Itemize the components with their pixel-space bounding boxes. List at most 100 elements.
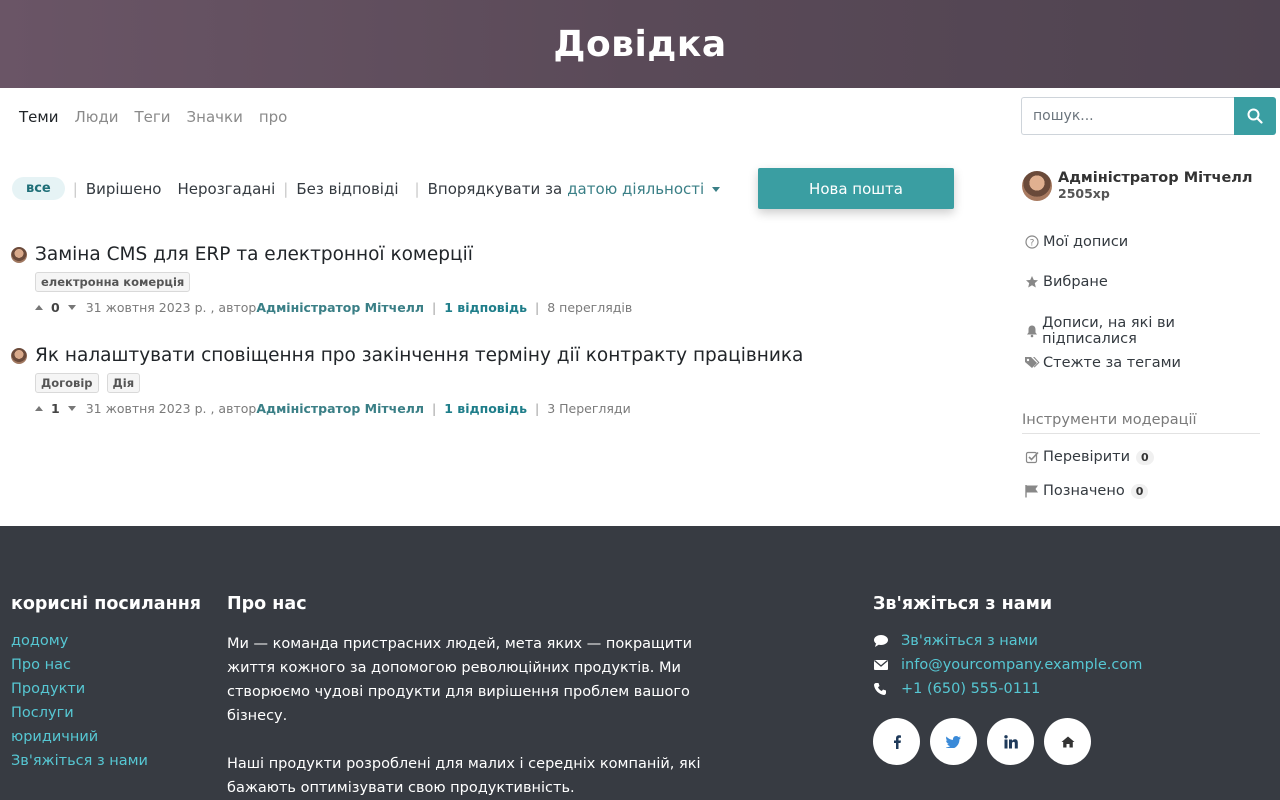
upvote-icon[interactable]: [35, 406, 43, 411]
question-circle-icon: ?: [1025, 235, 1039, 249]
post-author[interactable]: Адміністратор Мітчелл: [256, 300, 424, 315]
footer-link-legal[interactable]: юридичний: [11, 728, 201, 746]
flag-icon: [1025, 485, 1038, 498]
search-icon: [1247, 108, 1263, 124]
forum-navbar: Теми Люди Теги Значки про: [0, 88, 1280, 144]
tab-topics[interactable]: Теми: [19, 108, 58, 126]
email-link[interactable]: info@yourcompany.example.com: [901, 656, 1142, 674]
divider: |: [432, 300, 437, 315]
footer-about: Про нас Ми — команда пристрасних людей, …: [227, 594, 727, 800]
sidebar-item-label: Вибране: [1043, 274, 1108, 290]
post-tag[interactable]: Дія: [106, 373, 141, 393]
vote-count: 0: [51, 300, 60, 315]
sidebar-item-followed-tags[interactable]: Стежте за тегами: [1024, 355, 1181, 371]
contact-link-row[interactable]: Зв'яжіться з нами: [873, 632, 1142, 650]
post-title[interactable]: Заміна CMS для ERP та електронної комерц…: [35, 244, 473, 265]
search-button[interactable]: [1234, 97, 1276, 135]
vote-count: 1: [51, 401, 60, 416]
caret-down-icon: [712, 186, 721, 192]
phone-link[interactable]: +1 (650) 555-0111: [901, 680, 1040, 698]
post-title[interactable]: Як налаштувати сповіщення про закінчення…: [35, 345, 803, 366]
twitter-icon: [946, 735, 961, 748]
home-button[interactable]: [1044, 718, 1091, 765]
tab-badges[interactable]: Значки: [187, 108, 243, 126]
post-item: Як налаштувати сповіщення про закінчення…: [11, 345, 803, 416]
footer-link-products[interactable]: Продукти: [11, 680, 201, 698]
author-avatar: [11, 246, 27, 263]
author-avatar: [11, 347, 27, 364]
filter-unsolved[interactable]: Нерозгадані: [177, 180, 275, 198]
bell-icon: [1026, 325, 1037, 338]
sidebar-item-favorites[interactable]: Вибране: [1024, 274, 1108, 290]
sort-label: Впорядкувати за: [427, 179, 563, 198]
divider: |: [283, 179, 289, 198]
post-author[interactable]: Адміністратор Мітчелл: [256, 401, 424, 416]
tab-people[interactable]: Люди: [74, 108, 118, 126]
filter-unanswered[interactable]: Без відповіді: [296, 180, 398, 198]
avatar: [1022, 170, 1052, 201]
footer-heading: корисні посилання: [11, 594, 202, 614]
post-answers[interactable]: 1 відповідь: [444, 401, 527, 416]
filter-all[interactable]: все: [12, 177, 65, 200]
about-text: Наші продукти розроблені для малих і сер…: [227, 756, 701, 796]
sidebar-item-flagged[interactable]: Позначено 0: [1024, 483, 1149, 499]
footer-useful-links: корисні посилання додому Про нас Продукт…: [11, 594, 201, 776]
sidebar-item-label: Дописи, на які ви підписалися: [1042, 315, 1175, 347]
footer-contact: Зв'яжіться з нами Зв'яжіться з нами info…: [873, 594, 1142, 765]
divider: |: [535, 401, 540, 416]
sidebar-item-label: Позначено: [1043, 483, 1125, 499]
footer-heading: Про нас: [227, 594, 307, 614]
user-xp: 2505xp: [1058, 186, 1110, 201]
footer-link-contact[interactable]: Зв'яжіться з нами: [11, 752, 201, 770]
tab-about[interactable]: про: [259, 108, 288, 126]
email-row[interactable]: info@yourcompany.example.com: [873, 656, 1142, 674]
search-input[interactable]: [1021, 97, 1234, 135]
social-links: [873, 718, 1142, 765]
sidebar-item-review[interactable]: Перевірити 0: [1024, 449, 1154, 465]
post-views: 3 Перегляди: [547, 401, 631, 416]
linkedin-button[interactable]: [987, 718, 1034, 765]
post-date: 31 жовтня 2023 р. , автор: [85, 300, 257, 315]
star-icon: [1026, 276, 1038, 288]
phone-row[interactable]: +1 (650) 555-0111: [873, 680, 1142, 698]
sidebar-item-label: Стежте за тегами: [1043, 355, 1181, 371]
footer-link-about[interactable]: Про нас: [11, 656, 201, 674]
downvote-icon[interactable]: [67, 305, 76, 310]
filter-solved[interactable]: Вирішено: [86, 180, 162, 198]
page-header-banner: Довідка: [0, 0, 1280, 88]
home-icon: [1061, 736, 1074, 747]
post-views: 8 переглядів: [547, 300, 633, 315]
comment-icon: [874, 635, 888, 647]
user-card[interactable]: Адміністратор Мітчелл 2505xp: [1022, 170, 1262, 201]
svg-text:?: ?: [1030, 239, 1035, 249]
sort-dropdown[interactable]: Впорядкувати за датою діяльності: [428, 180, 721, 198]
divider: |: [414, 179, 420, 198]
footer-heading: Зв'яжіться з нами: [873, 594, 1053, 614]
post-tag[interactable]: електронна комерція: [35, 272, 191, 292]
tags-icon: [1025, 357, 1040, 368]
facebook-button[interactable]: [873, 718, 920, 765]
contact-link[interactable]: Зв'яжіться з нами: [901, 632, 1038, 650]
phone-icon: [874, 683, 886, 695]
sidebar-item-my-posts[interactable]: ? Мої дописи: [1024, 234, 1128, 250]
user-name: Адміністратор Мітчелл: [1058, 170, 1253, 186]
flagged-count-badge: 0: [1130, 483, 1149, 499]
downvote-icon[interactable]: [67, 406, 76, 411]
sidebar-item-label: Перевірити: [1043, 449, 1131, 465]
moderation-tools-title: Інструменти модерації: [1022, 412, 1260, 434]
post-tag[interactable]: Договір: [35, 373, 99, 393]
post-answers[interactable]: 1 відповідь: [444, 300, 527, 315]
footer-link-home[interactable]: додому: [11, 632, 201, 650]
post-date: 31 жовтня 2023 р. , автор: [85, 401, 257, 416]
sidebar-item-label: Мої дописи: [1043, 234, 1129, 250]
sidebar-item-subscribed[interactable]: Дописи, на які ви підписалися: [1024, 315, 1262, 347]
nav-tabs: Теми Люди Теги Значки про: [19, 108, 287, 126]
tab-tags[interactable]: Теги: [135, 108, 171, 126]
linkedin-icon: [1003, 734, 1018, 748]
new-post-button[interactable]: Нова пошта: [758, 168, 954, 209]
upvote-icon[interactable]: [35, 305, 43, 310]
footer-link-services[interactable]: Послуги: [11, 704, 201, 722]
twitter-button[interactable]: [930, 718, 977, 765]
post-filters: все | Вирішено Нерозгадані | Без відпові…: [12, 177, 721, 200]
about-text: Ми — команда пристрасних людей, мета яки…: [227, 636, 693, 724]
